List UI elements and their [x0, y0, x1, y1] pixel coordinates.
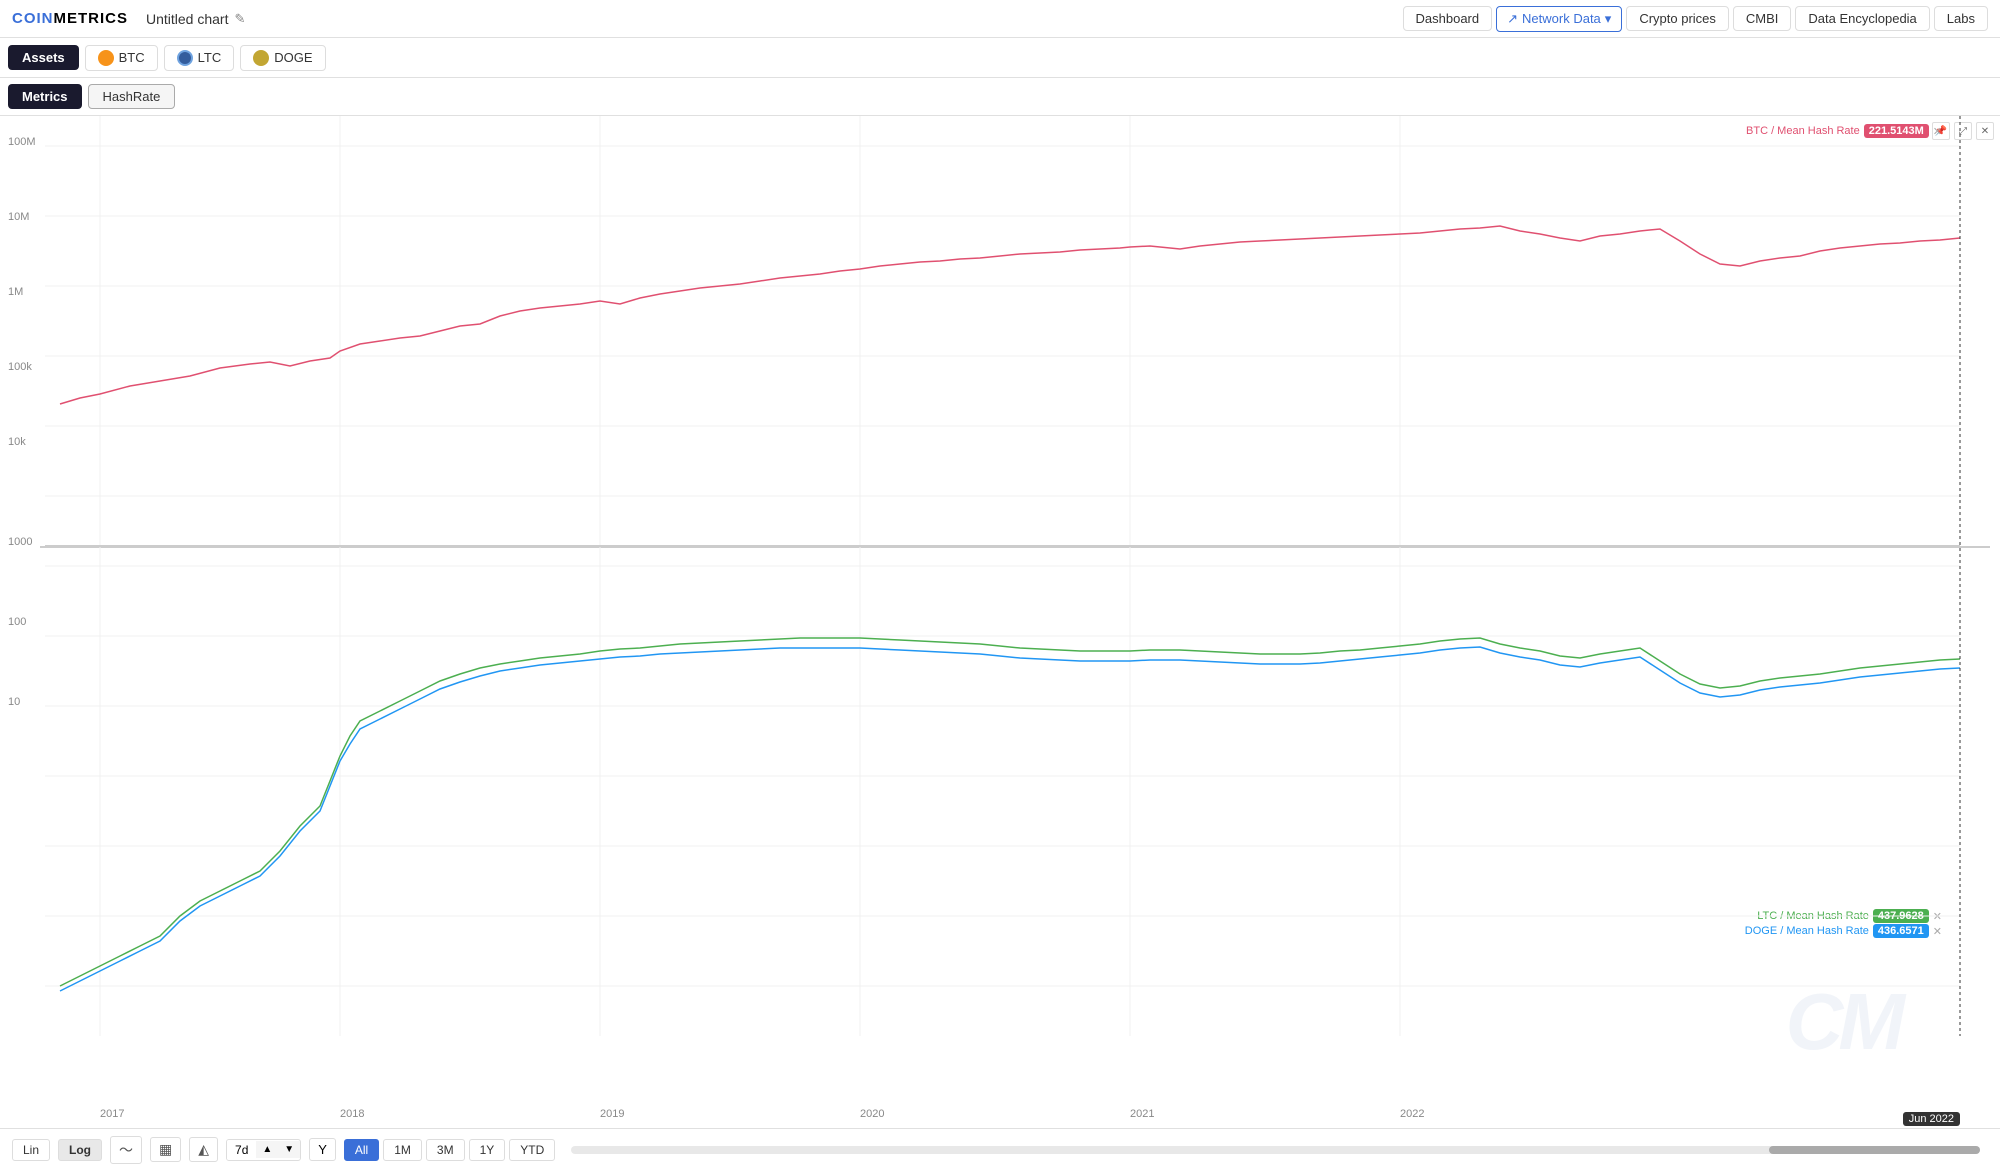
- doge-icon: [253, 50, 269, 66]
- ltc-icon: [177, 50, 193, 66]
- scale-log-btn[interactable]: Log: [58, 1139, 102, 1161]
- doge-line: [60, 647, 1960, 991]
- interval-up-arrow[interactable]: ▲: [256, 1141, 278, 1158]
- top-navigation: COINMETRICS Untitled chart ✎ Dashboard ↗…: [0, 0, 2000, 38]
- ltc-line: [60, 638, 1960, 986]
- time-ytd-btn[interactable]: YTD: [509, 1139, 555, 1161]
- scale-lin-btn[interactable]: Lin: [12, 1139, 50, 1161]
- nav-right: Dashboard ↗ Network Data ▾ Crypto prices…: [1403, 6, 1988, 32]
- hashrate-chip[interactable]: HashRate: [88, 84, 176, 109]
- metrics-button[interactable]: Metrics: [8, 84, 82, 109]
- ltc-chip[interactable]: LTC: [164, 45, 235, 71]
- asset-bar: Assets BTC LTC DOGE: [0, 38, 2000, 78]
- interval-value: 7d: [227, 1140, 256, 1160]
- chart-wrapper: CM 📌 ⤢ ✕ BTC / Mean Hash Rate 221.5143M …: [0, 116, 2000, 1128]
- cmbi-nav-btn[interactable]: CMBI: [1733, 6, 1792, 31]
- time-range-group: All 1M 3M 1Y YTD: [344, 1139, 555, 1161]
- chart-title-area: Untitled chart ✎: [146, 11, 1403, 27]
- time-1m-btn[interactable]: 1M: [383, 1139, 422, 1161]
- chart-bottom-bar: Lin Log 〜 ▦ ◭ 7d ▲ ▼ Y All 1M 3M 1Y YTD: [0, 1128, 2000, 1170]
- assets-button[interactable]: Assets: [8, 45, 79, 70]
- chart-type-bar-btn[interactable]: ▦: [150, 1137, 181, 1162]
- interval-selector: 7d ▲ ▼: [226, 1139, 301, 1161]
- labs-nav-btn[interactable]: Labs: [1934, 6, 1988, 31]
- chart-title: Untitled chart: [146, 11, 228, 27]
- doge-label: DOGE: [274, 50, 312, 65]
- scrollbar-area[interactable]: [571, 1146, 1980, 1154]
- logo: COINMETRICS: [12, 10, 128, 27]
- scrollbar-thumb[interactable]: [1769, 1146, 1980, 1154]
- time-3m-btn[interactable]: 3M: [426, 1139, 465, 1161]
- btc-line: [60, 226, 1960, 404]
- network-data-dropdown-icon: ▾: [1605, 11, 1612, 27]
- metrics-bar: Metrics HashRate: [0, 78, 2000, 116]
- time-1y-btn[interactable]: 1Y: [469, 1139, 506, 1161]
- network-data-nav-btn[interactable]: ↗ Network Data ▾: [1496, 6, 1622, 32]
- chart-type-area-btn[interactable]: ◭: [189, 1137, 218, 1162]
- interval-down-arrow[interactable]: ▼: [278, 1141, 300, 1158]
- ltc-label: LTC: [198, 50, 222, 65]
- dashboard-nav-btn[interactable]: Dashboard: [1403, 6, 1493, 31]
- crypto-prices-nav-btn[interactable]: Crypto prices: [1626, 6, 1729, 31]
- main-chart-svg: [0, 116, 2000, 1128]
- btc-label: BTC: [119, 50, 145, 65]
- time-all-btn[interactable]: All: [344, 1139, 379, 1161]
- y-axis-toggle-btn[interactable]: Y: [309, 1138, 336, 1161]
- logo-coin: COIN: [12, 10, 54, 27]
- btc-icon: [98, 50, 114, 66]
- network-data-icon: ↗: [1507, 11, 1518, 27]
- logo-metrics: METRICS: [54, 10, 129, 27]
- network-data-label: Network Data: [1522, 11, 1601, 26]
- edit-icon[interactable]: ✎: [234, 11, 245, 27]
- btc-chip[interactable]: BTC: [85, 45, 158, 71]
- data-encyclopedia-nav-btn[interactable]: Data Encyclopedia: [1795, 6, 1929, 31]
- chart-type-line-btn[interactable]: 〜: [110, 1136, 142, 1164]
- doge-chip[interactable]: DOGE: [240, 45, 325, 71]
